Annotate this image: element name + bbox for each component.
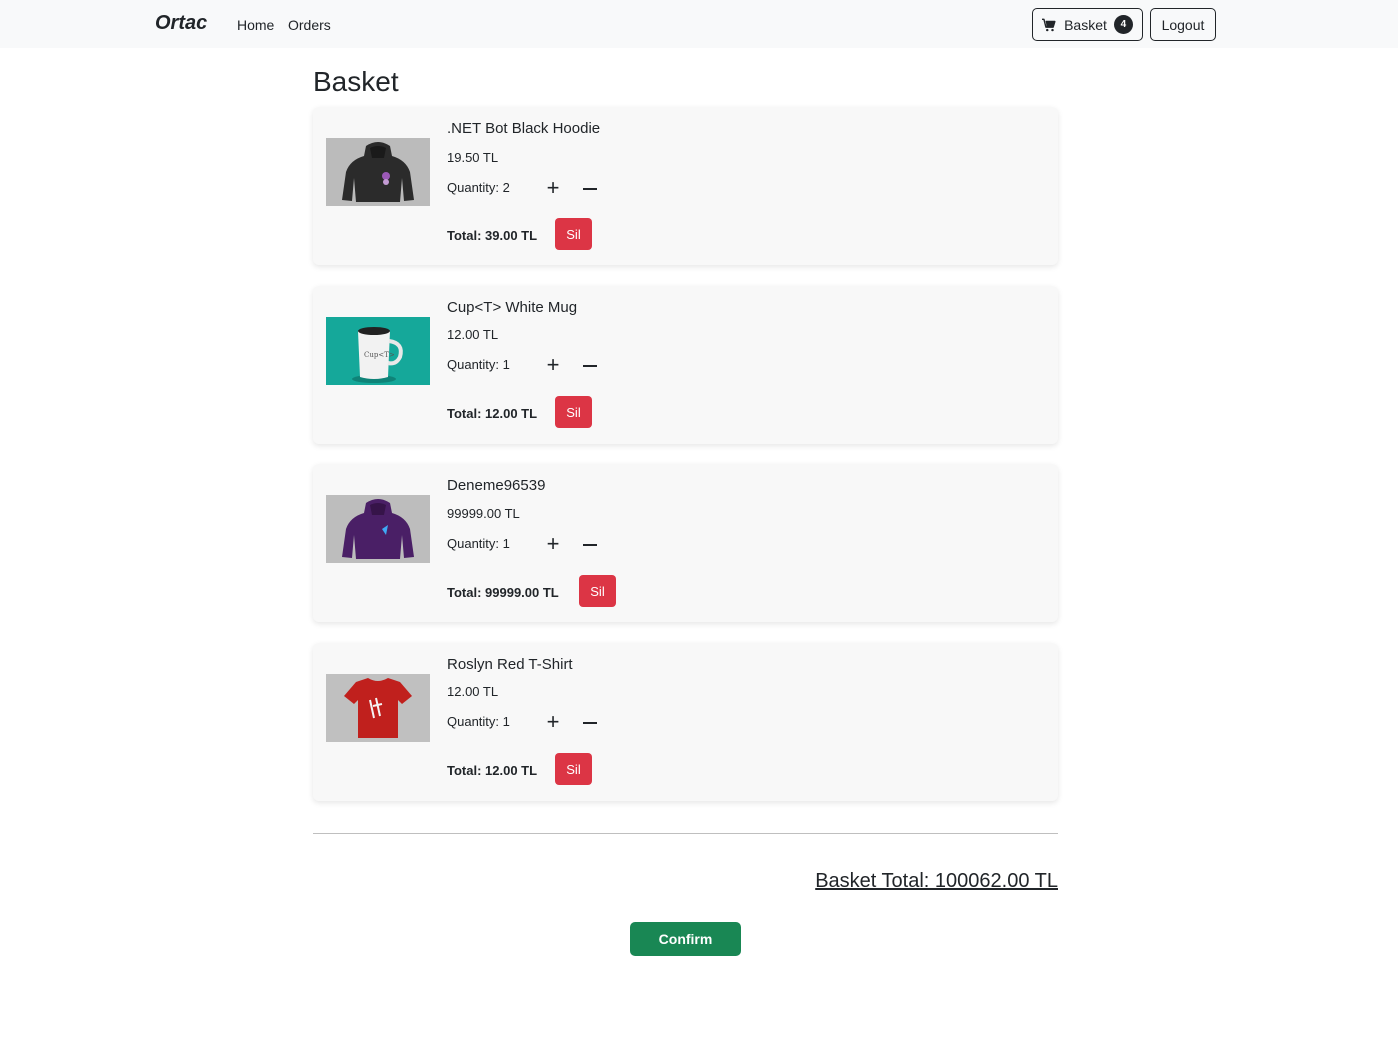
item-total: Total: 12.00 TL: [447, 406, 538, 421]
item-price: 12.00 TL: [447, 684, 499, 699]
item-name: Roslyn Red T-Shirt: [447, 656, 573, 673]
product-image-purple-hoodie: [326, 495, 430, 563]
item-name: .NET Bot Black Hoodie: [447, 120, 601, 137]
item-name: Cup<T> White Mug: [447, 299, 578, 316]
page-title: Basket: [313, 66, 399, 97]
increase-quantity-button[interactable]: +: [543, 711, 563, 733]
nav-link-home[interactable]: Home: [237, 17, 274, 33]
item-quantity: Quantity: 2: [447, 180, 510, 195]
item-total: Total: 12.00 TL: [447, 763, 538, 778]
divider: [313, 833, 1058, 834]
basket-item-card: Roslyn Red T-Shirt 12.00 TL Quantity: 1 …: [313, 643, 1058, 801]
basket-button[interactable]: Basket 4: [1032, 8, 1143, 41]
product-image-white-mug: Cup<T>: [326, 317, 430, 385]
decrease-quantity-button[interactable]: [580, 177, 600, 199]
basket-total: Basket Total: 100062.00 TL: [815, 870, 1058, 892]
item-total: Total: 99999.00 TL: [447, 585, 559, 600]
basket-item-card: Deneme96539 99999.00 TL Quantity: 1 + To…: [313, 464, 1058, 622]
item-quantity: Quantity: 1: [447, 714, 510, 729]
brand-logo[interactable]: Ortac: [155, 12, 207, 35]
delete-item-button[interactable]: Sil: [555, 396, 592, 428]
svg-text:Cup<T>: Cup<T>: [364, 351, 395, 359]
decrease-quantity-button[interactable]: [580, 711, 600, 733]
item-price: 19.50 TL: [447, 150, 499, 165]
item-price: 12.00 TL: [447, 327, 499, 342]
increase-quantity-button[interactable]: +: [543, 177, 563, 199]
delete-item-button[interactable]: Sil: [555, 753, 592, 785]
item-total: Total: 39.00 TL: [447, 228, 538, 243]
delete-item-button[interactable]: Sil: [579, 575, 616, 607]
item-price: 99999.00 TL: [447, 506, 520, 521]
basket-item-card: Cup<T> Cup<T> White Mug 12.00 TL Quantit…: [313, 286, 1058, 444]
cart-icon: [1042, 18, 1056, 32]
navbar: Ortac Home Orders Basket 4 Logout: [0, 0, 1398, 48]
decrease-quantity-button[interactable]: [580, 533, 600, 555]
logout-button[interactable]: Logout: [1150, 8, 1216, 41]
decrease-quantity-button[interactable]: [580, 354, 600, 376]
item-quantity: Quantity: 1: [447, 536, 510, 551]
delete-item-button[interactable]: Sil: [555, 218, 592, 250]
confirm-button[interactable]: Confirm: [630, 922, 741, 956]
increase-quantity-button[interactable]: +: [543, 533, 563, 555]
item-quantity: Quantity: 1: [447, 357, 510, 372]
item-name: Deneme96539: [447, 477, 546, 494]
increase-quantity-button[interactable]: +: [543, 354, 563, 376]
basket-item-card: .NET Bot Black Hoodie 19.50 TL Quantity:…: [313, 107, 1058, 265]
nav-link-orders[interactable]: Orders: [288, 17, 331, 33]
basket-button-label: Basket: [1064, 16, 1107, 33]
product-image-black-hoodie: [326, 138, 430, 206]
product-image-red-tshirt: [326, 674, 430, 742]
basket-count-badge: 4: [1113, 15, 1133, 34]
